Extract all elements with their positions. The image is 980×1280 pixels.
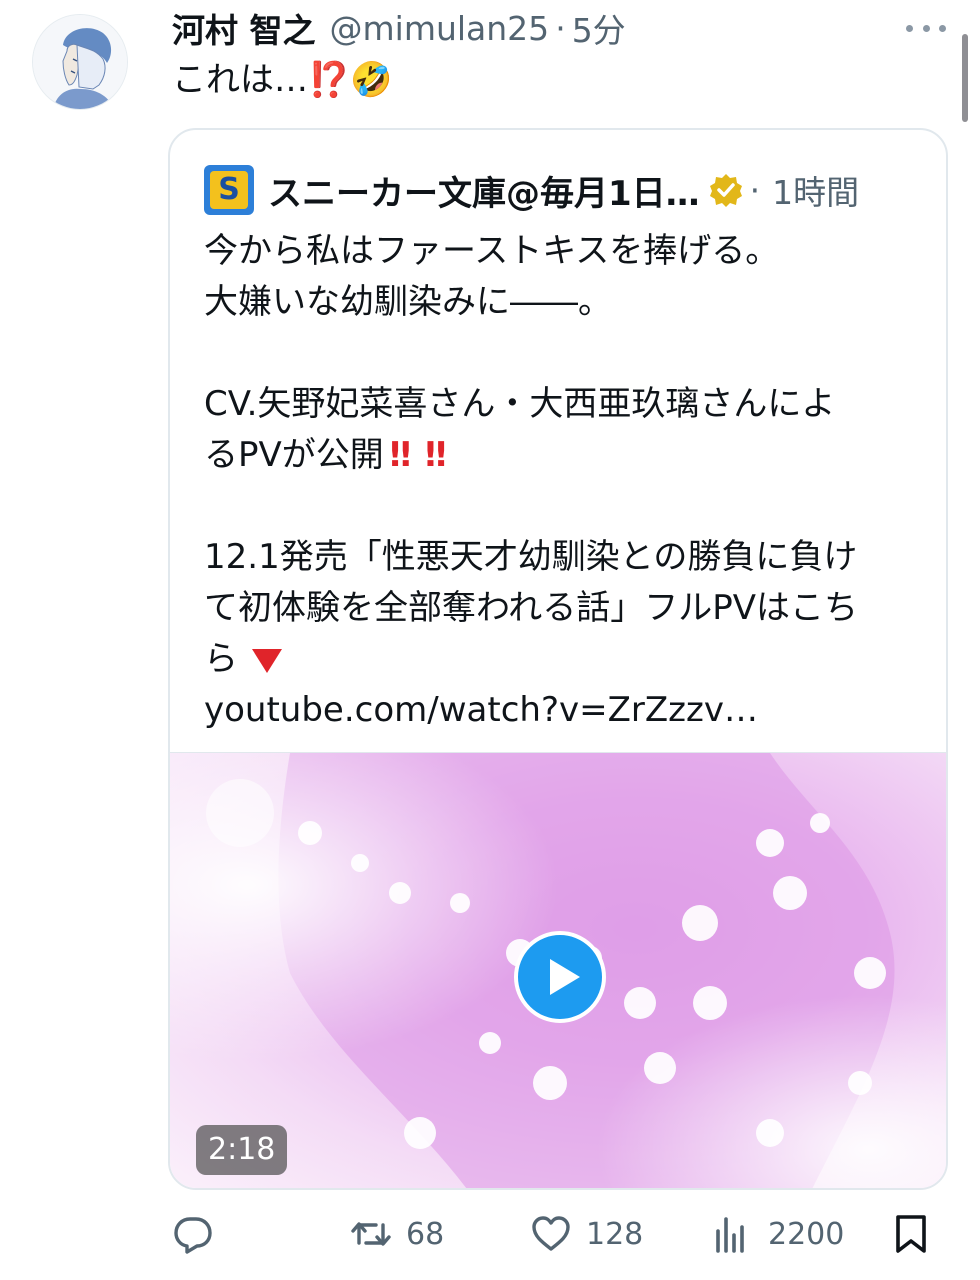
text-line: CV.矢野妃菜喜さん・大西亜玖璃さんによ bbox=[204, 384, 836, 424]
text-line-content: ら bbox=[204, 639, 238, 679]
quoted-author-avatar[interactable]: S bbox=[204, 165, 254, 215]
quoted-tweet-text: 今から私はファーストキスを捧げる。 大嫌いな幼馴染みに――。 CV.矢野妃菜喜さ… bbox=[204, 226, 924, 736]
text-line: ら bbox=[204, 634, 924, 685]
retweet-icon bbox=[351, 1222, 391, 1246]
like-count: 128 bbox=[586, 1216, 644, 1252]
text-line: 12.1発売「性悪天才幼馴染との勝負に負け bbox=[204, 537, 858, 577]
reply-icon bbox=[174, 1217, 212, 1254]
view-count: 2200 bbox=[768, 1216, 845, 1252]
video-thumbnail[interactable]: 2:18 bbox=[170, 752, 946, 1188]
like-icon bbox=[532, 1216, 570, 1251]
double-exclamation-emoji: ‼ bbox=[389, 435, 411, 475]
logo-letter: S bbox=[210, 171, 248, 209]
bookmark-button[interactable] bbox=[890, 1206, 946, 1262]
author-avatar[interactable] bbox=[32, 14, 128, 110]
text-line: 今から私はファーストキスを捧げる。 bbox=[204, 231, 780, 271]
tweet-time[interactable]: 5分 bbox=[572, 4, 626, 52]
down-triangle-emoji bbox=[252, 648, 282, 673]
views-button[interactable]: 2200 bbox=[712, 1206, 844, 1262]
bookmark-icon bbox=[896, 1215, 926, 1253]
laughing-emoji: 🤣 bbox=[350, 60, 393, 100]
reply-button[interactable] bbox=[172, 1206, 228, 1262]
more-icon[interactable] bbox=[906, 16, 946, 40]
like-button[interactable]: 128 bbox=[530, 1206, 643, 1262]
quoted-tweet[interactable]: S スニーカー文庫@毎月1日… · 1時間 今から私はファーストキスを捧げる。 … bbox=[168, 128, 948, 1190]
double-exclamation-emoji: ‼ bbox=[425, 435, 446, 475]
action-bar: 68 128 2200 bbox=[168, 1206, 948, 1262]
retweet-button[interactable]: 68 bbox=[350, 1206, 444, 1262]
scrollbar[interactable] bbox=[962, 34, 968, 122]
separator-dot: · bbox=[555, 8, 566, 48]
interrobang-emoji: ⁉️ bbox=[308, 60, 351, 100]
text-line: て初体験を全部奪われる話」フルPVはこち bbox=[204, 588, 859, 628]
author-name[interactable]: 河村 智之 bbox=[172, 4, 316, 52]
views-icon bbox=[716, 1217, 744, 1253]
text-line: 大嫌いな幼馴染みに――。 bbox=[204, 282, 612, 322]
retweet-count: 68 bbox=[406, 1216, 445, 1252]
quoted-separator-dot: · bbox=[749, 170, 761, 210]
tweet-header: 河村 智之 @mimulan25 · 5分 bbox=[172, 4, 626, 52]
tweet-text-main: これは… bbox=[172, 60, 308, 100]
quoted-author-name[interactable]: スニーカー文庫@毎月1日… bbox=[268, 166, 700, 215]
youtube-link[interactable]: youtube.com/watch?v=ZrZzzv… bbox=[204, 685, 924, 736]
tweet-text: これは…⁉️🤣 bbox=[172, 58, 393, 102]
play-icon[interactable] bbox=[514, 931, 606, 1023]
quoted-tweet-time[interactable]: 1時間 bbox=[772, 166, 859, 214]
text-line: るPVが公開 ‼ ‼ bbox=[204, 430, 924, 481]
author-handle[interactable]: @mimulan25 bbox=[330, 9, 550, 48]
verified-badge-icon bbox=[709, 174, 742, 207]
video-duration: 2:18 bbox=[196, 1125, 288, 1175]
quoted-tweet-header: S スニーカー文庫@毎月1日… · 1時間 bbox=[204, 165, 859, 215]
text-line-content: るPVが公開 bbox=[204, 435, 384, 475]
